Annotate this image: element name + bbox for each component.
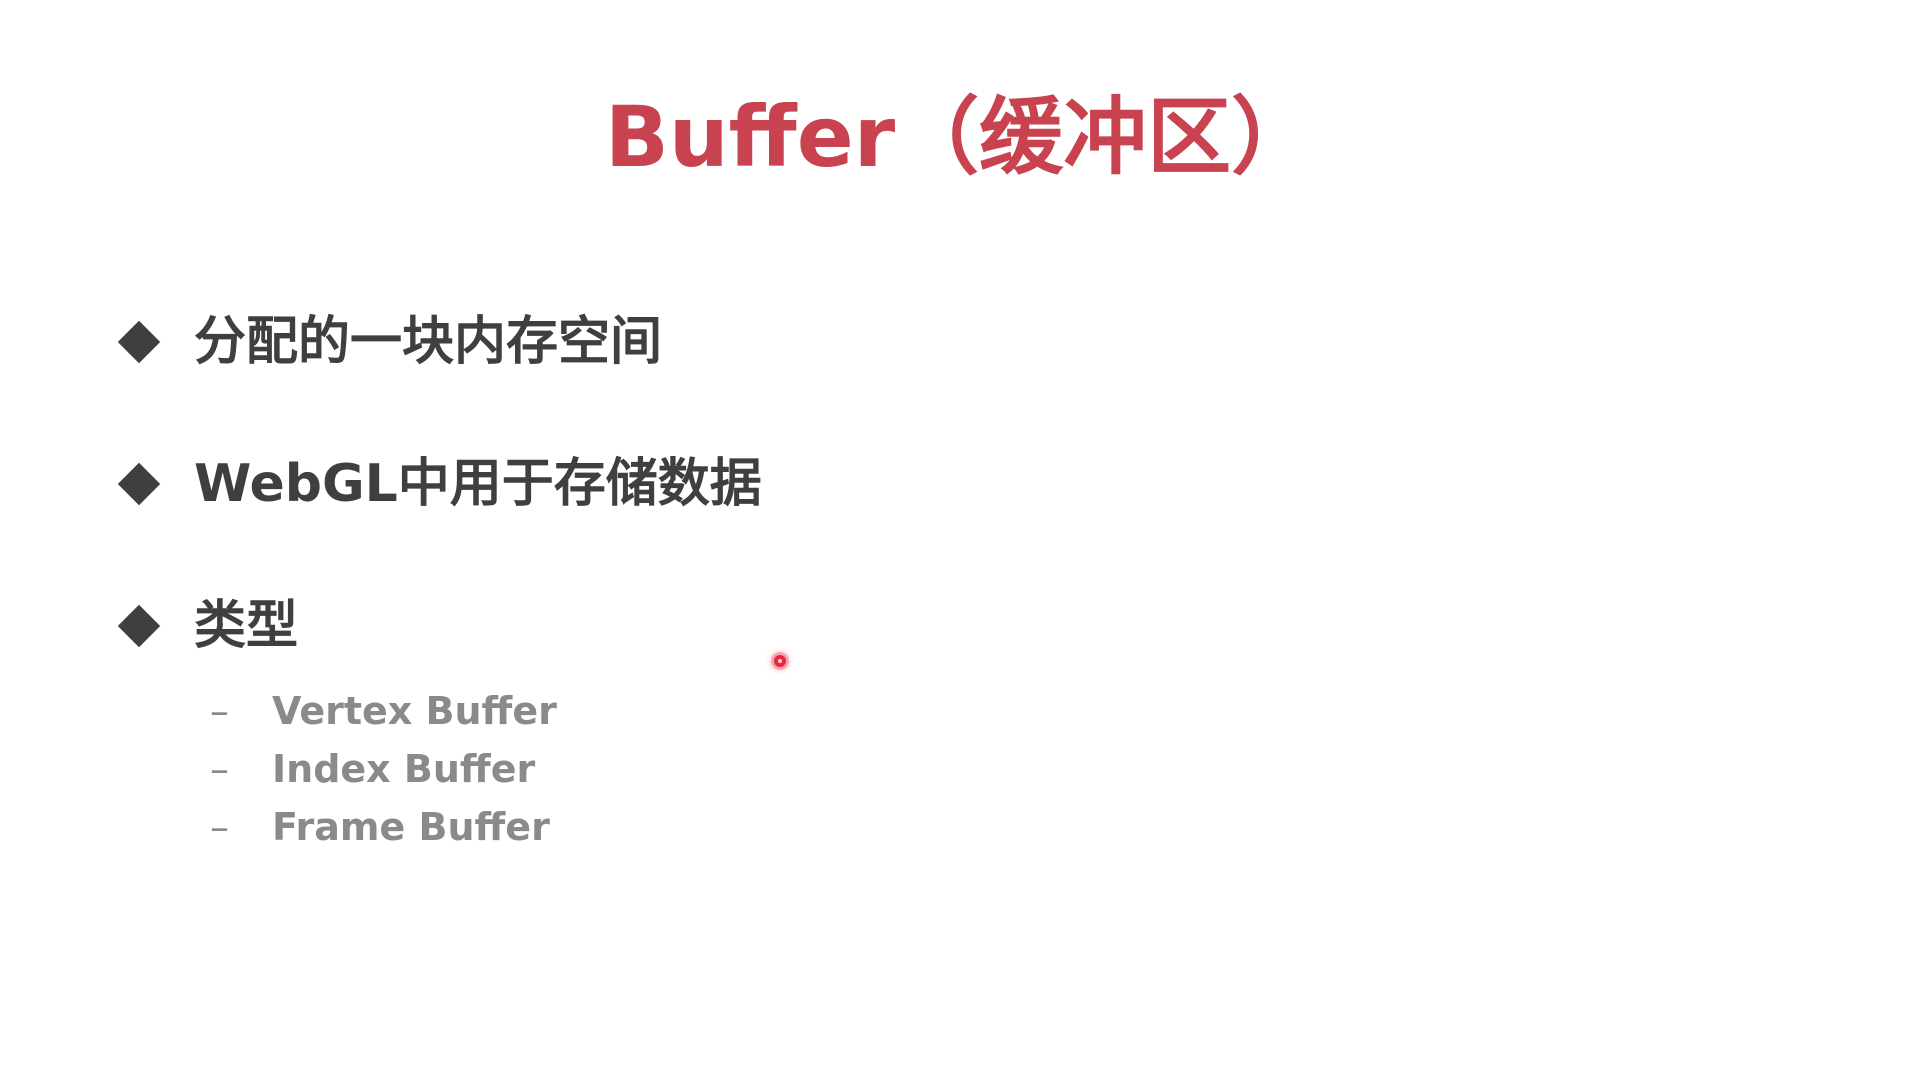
diamond-icon — [117, 320, 161, 364]
dash-marker: – — [210, 747, 229, 791]
bullet-item-memory: 分配的一块内存空间 — [117, 302, 663, 382]
bullet-text: 分配的一块内存空间 — [194, 312, 663, 372]
dash-marker: – — [210, 689, 229, 733]
bullet-text: 类型 — [194, 596, 299, 656]
list-item-label: Vertex Buffer — [272, 689, 557, 733]
list-item: – Frame Buffer — [210, 798, 557, 856]
slide-title: Buffer（缓冲区） — [604, 88, 1316, 186]
dash-marker: – — [210, 805, 229, 849]
buffer-types-list: – Vertex Buffer – Index Buffer – Frame B… — [210, 682, 557, 856]
slide: Buffer（缓冲区） 分配的一块内存空间 WebGL中用于存储数据 类型 – … — [0, 0, 1920, 1080]
list-item: – Vertex Buffer — [210, 682, 557, 740]
bullet-item-types: 类型 — [117, 586, 299, 666]
bullet-item-webgl: WebGL中用于存储数据 — [117, 444, 762, 524]
laser-pointer-icon — [774, 655, 786, 667]
list-item: – Index Buffer — [210, 740, 557, 798]
diamond-icon — [117, 462, 161, 506]
laser-pointer-core — [778, 659, 782, 663]
list-item-label: Index Buffer — [272, 747, 536, 791]
bullet-text: WebGL中用于存储数据 — [194, 454, 762, 514]
diamond-icon — [117, 604, 161, 648]
list-item-label: Frame Buffer — [272, 805, 550, 849]
